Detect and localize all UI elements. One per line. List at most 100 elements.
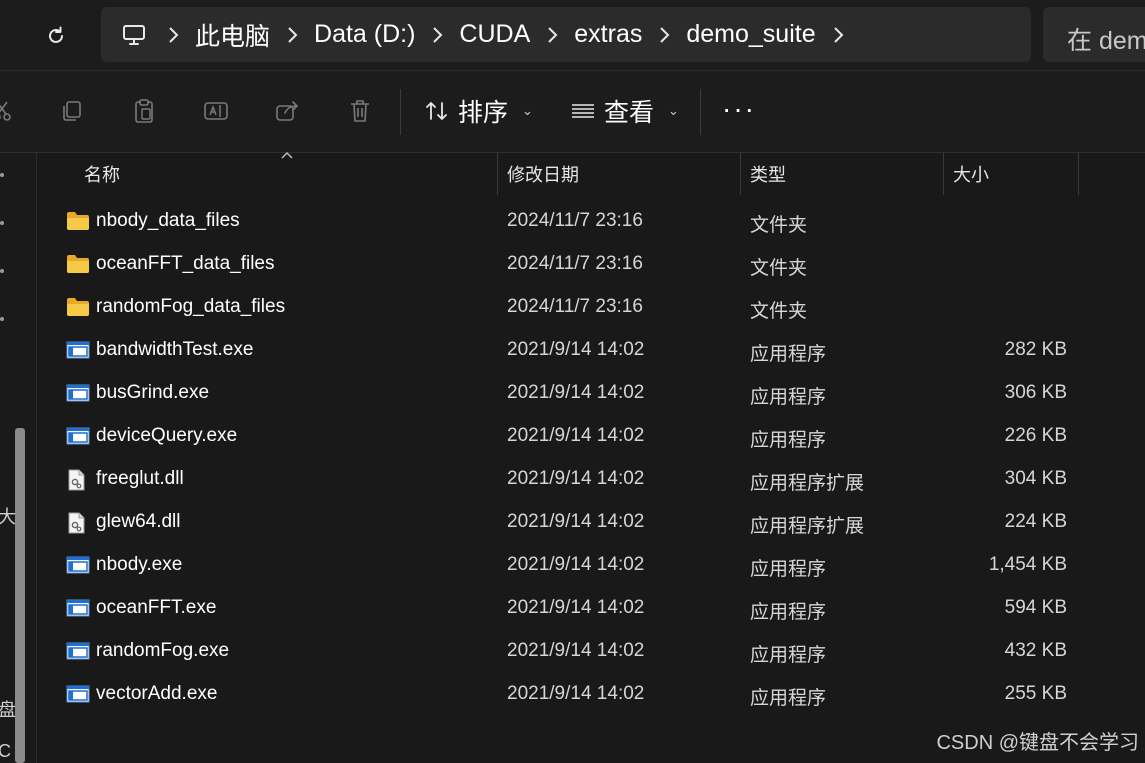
divider	[400, 89, 401, 135]
file-row[interactable]: nbody_data_files 2024/11/7 23:16 文件夹	[36, 200, 1145, 243]
nav-scrollbar[interactable]	[15, 428, 25, 763]
file-modified-date: 2021/9/14 14:02	[507, 468, 645, 489]
expand-arrow-icon[interactable]	[0, 221, 4, 225]
view-button[interactable]: 查看 ⌄	[570, 93, 679, 129]
file-row[interactable]: oceanFFT.exe 2021/9/14 14:02 应用程序 594 KB	[36, 587, 1145, 630]
file-type: 应用程序	[750, 344, 827, 365]
rename-icon[interactable]	[200, 95, 232, 127]
file-modified-date: 2021/9/14 14:02	[507, 640, 645, 661]
file-size: 306 KB	[1004, 382, 1067, 403]
file-type: 应用程序扩展	[750, 516, 865, 537]
view-label: 查看	[604, 99, 655, 127]
file-size: 224 KB	[1004, 511, 1067, 532]
copy-icon[interactable]	[56, 95, 88, 127]
file-name[interactable]: vectorAdd.exe	[96, 683, 217, 705]
chevron-right-icon[interactable]	[642, 26, 686, 44]
file-name[interactable]: busGrind.exe	[96, 382, 209, 404]
expand-arrow-icon[interactable]	[0, 269, 4, 273]
file-name[interactable]: deviceQuery.exe	[96, 425, 237, 447]
file-size: 282 KB	[1004, 339, 1067, 360]
column-divider[interactable]	[1078, 153, 1079, 195]
file-modified-date: 2021/9/14 14:02	[507, 382, 645, 403]
file-name[interactable]: bandwidthTest.exe	[96, 339, 253, 361]
file-type: 文件夹	[750, 301, 808, 322]
column-header-name[interactable]: 名称	[84, 153, 120, 195]
file-modified-date: 2021/9/14 14:02	[507, 597, 645, 618]
folder-icon	[66, 211, 90, 231]
file-type: 应用程序	[750, 688, 827, 709]
refresh-button[interactable]	[36, 16, 76, 56]
file-name[interactable]: glew64.dll	[96, 511, 181, 533]
file-row[interactable]: busGrind.exe 2021/9/14 14:02 应用程序 306 KB	[36, 372, 1145, 415]
column-header-date[interactable]: 修改日期	[507, 153, 579, 195]
expand-arrow-icon[interactable]	[0, 173, 4, 177]
chevron-right-icon[interactable]	[816, 26, 860, 44]
file-name[interactable]: oceanFFT_data_files	[96, 253, 275, 275]
file-type: 文件夹	[750, 258, 808, 279]
exe-icon	[66, 598, 90, 618]
share-icon[interactable]	[272, 95, 304, 127]
column-header-size[interactable]: 大小	[953, 153, 989, 195]
breadcrumb-this-pc[interactable]: 此电脑	[195, 17, 270, 53]
search-placeholder: 在 dem	[1067, 27, 1145, 55]
file-modified-date: 2021/9/14 14:02	[507, 683, 645, 704]
file-name[interactable]: randomFog_data_files	[96, 296, 285, 318]
file-name[interactable]: nbody_data_files	[96, 210, 240, 232]
search-field[interactable]: 在 dem	[1043, 7, 1145, 62]
file-row[interactable]: oceanFFT_data_files 2024/11/7 23:16 文件夹	[36, 243, 1145, 286]
file-row[interactable]: randomFog.exe 2021/9/14 14:02 应用程序 432 KB	[36, 630, 1145, 673]
chevron-right-icon[interactable]	[151, 26, 195, 44]
file-row[interactable]: vectorAdd.exe 2021/9/14 14:02 应用程序 255 KB	[36, 673, 1145, 716]
breadcrumb-demo-suite[interactable]: demo_suite	[686, 20, 815, 49]
chevron-right-icon[interactable]	[530, 26, 574, 44]
exe-icon	[66, 684, 90, 704]
file-row[interactable]: randomFog_data_files 2024/11/7 23:16 文件夹	[36, 286, 1145, 329]
column-divider[interactable]	[740, 153, 741, 195]
chevron-right-icon[interactable]	[415, 26, 459, 44]
file-modified-date: 2024/11/7 23:16	[507, 210, 643, 231]
sort-button[interactable]: 排序 ⌄	[424, 93, 533, 129]
file-modified-date: 2024/11/7 23:16	[507, 253, 643, 274]
address-field[interactable]: 此电脑 Data (D:) CUDA extras demo_suite	[101, 7, 1031, 62]
chevron-down-icon: ⌄	[522, 103, 533, 118]
file-name[interactable]: nbody.exe	[96, 554, 182, 576]
navigation-pane: 大 盘 C	[0, 153, 37, 763]
cut-icon[interactable]	[0, 95, 18, 127]
file-type: 应用程序扩展	[750, 473, 865, 494]
file-type: 应用程序	[750, 602, 827, 623]
file-size: 304 KB	[1004, 468, 1067, 489]
expand-arrow-icon[interactable]	[0, 317, 4, 321]
file-name[interactable]: oceanFFT.exe	[96, 597, 216, 619]
paste-icon[interactable]	[128, 95, 160, 127]
nav-partial-text: 盘	[0, 700, 16, 720]
column-divider[interactable]	[943, 153, 944, 195]
folder-icon	[66, 254, 90, 274]
file-row[interactable]: glew64.dll 2021/9/14 14:02 应用程序扩展 224 KB	[36, 501, 1145, 544]
file-row[interactable]: freeglut.dll 2021/9/14 14:02 应用程序扩展 304 KB	[36, 458, 1145, 501]
column-header-type[interactable]: 类型	[750, 153, 786, 195]
dll-icon	[66, 469, 90, 491]
file-modified-date: 2021/9/14 14:02	[507, 511, 645, 532]
nav-partial-text: C	[0, 741, 11, 761]
watermark: CSDN @键盘不会学习	[936, 732, 1139, 754]
sort-icon	[426, 102, 447, 120]
breadcrumb-data-drive[interactable]: Data (D:)	[314, 20, 415, 49]
breadcrumb-extras[interactable]: extras	[574, 20, 642, 49]
chevron-right-icon[interactable]	[270, 26, 314, 44]
file-type: 应用程序	[750, 430, 827, 451]
file-name[interactable]: randomFog.exe	[96, 640, 229, 662]
column-divider[interactable]	[497, 153, 498, 195]
delete-icon[interactable]	[344, 95, 376, 127]
this-pc-icon[interactable]	[117, 24, 151, 46]
divider	[700, 89, 701, 135]
file-row[interactable]: bandwidthTest.exe 2021/9/14 14:02 应用程序 282 …	[36, 329, 1145, 372]
breadcrumb-cuda[interactable]: CUDA	[459, 20, 530, 49]
file-size: 594 KB	[1004, 597, 1067, 618]
file-row[interactable]: nbody.exe 2021/9/14 14:02 应用程序 1,454 KB	[36, 544, 1145, 587]
file-size: 432 KB	[1004, 640, 1067, 661]
more-options-button[interactable]: ···	[722, 95, 756, 123]
file-name[interactable]: freeglut.dll	[96, 468, 184, 490]
file-modified-date: 2021/9/14 14:02	[507, 339, 645, 360]
exe-icon	[66, 555, 90, 575]
file-row[interactable]: deviceQuery.exe 2021/9/14 14:02 应用程序 226 KB	[36, 415, 1145, 458]
